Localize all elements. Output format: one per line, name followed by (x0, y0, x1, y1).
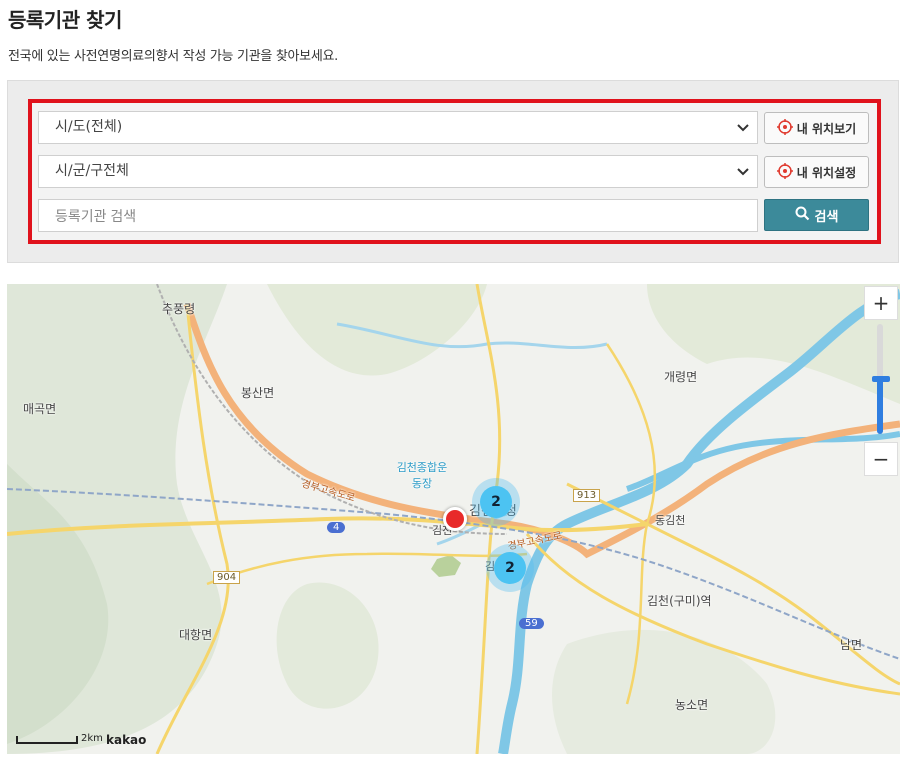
city-select[interactable]: 시/군/구전체 (38, 155, 758, 188)
my-location-set-label: 내 위치설정 (796, 165, 857, 180)
magnifier-icon (795, 206, 810, 225)
province-select-value: 시/도(전체) (55, 119, 123, 135)
map-label: 봉산면 (241, 386, 275, 400)
cluster-marker[interactable]: 2 (472, 478, 520, 526)
map-scale: 2km (16, 733, 103, 744)
road-number-badge: 904 (213, 571, 241, 584)
map-attribution: kakao (106, 733, 147, 747)
crosshair-icon (776, 162, 793, 182)
road-number-badge: 4 (327, 522, 346, 533)
zoom-in-button[interactable]: + (864, 286, 898, 320)
map-label: 동김천 (655, 514, 686, 527)
map-label: 남면 (840, 638, 863, 652)
cluster-count: 2 (494, 552, 526, 584)
keyword-search-input[interactable] (38, 199, 758, 232)
search-button[interactable]: 검색 (764, 199, 869, 231)
zoom-out-button[interactable]: − (864, 442, 898, 476)
zoom-slider-handle[interactable] (872, 376, 890, 382)
cluster-count: 2 (480, 486, 512, 518)
road-number-badge: 59 (519, 618, 544, 629)
map-label: 대항면 (179, 628, 213, 642)
my-location-set-button[interactable]: 내 위치설정 (764, 156, 869, 188)
map-label: 추풍령 (162, 302, 196, 316)
scale-label: 2km (81, 733, 103, 744)
map-label-stadium: 김천종합운동장 (396, 461, 448, 490)
city-select-value: 시/군/구전체 (55, 163, 129, 179)
scale-bar (16, 736, 78, 744)
chevron-down-icon (735, 112, 751, 143)
road-number-badge: 913 (573, 489, 601, 502)
map-label: 매곡면 (23, 402, 57, 416)
zoom-control: + − (864, 284, 898, 476)
crosshair-icon (776, 118, 793, 138)
cluster-marker[interactable]: 2 (486, 544, 534, 592)
map-canvas[interactable]: 추풍령 봉산면 매곡면 김천종합운동장 김천 김천시청 개령면 동김천 김천(구… (7, 284, 900, 754)
map-label: 김천(구미)역 (647, 594, 712, 608)
current-location-marker[interactable] (443, 507, 467, 531)
province-select[interactable]: 시/도(전체) (38, 111, 758, 144)
search-button-label: 검색 (814, 209, 839, 225)
my-location-view-label: 내 위치보기 (796, 121, 857, 136)
map-label: 농소면 (675, 698, 709, 712)
page-subtitle: 전국에 있는 사전연명의료의향서 작성 가능 기관을 찾아보세요. (8, 49, 338, 64)
my-location-view-button[interactable]: 내 위치보기 (764, 112, 869, 144)
page-title: 등록기관 찾기 (8, 8, 122, 32)
map-label: 개령면 (664, 370, 698, 384)
zoom-slider-fill (877, 379, 883, 434)
chevron-down-icon (735, 156, 751, 187)
